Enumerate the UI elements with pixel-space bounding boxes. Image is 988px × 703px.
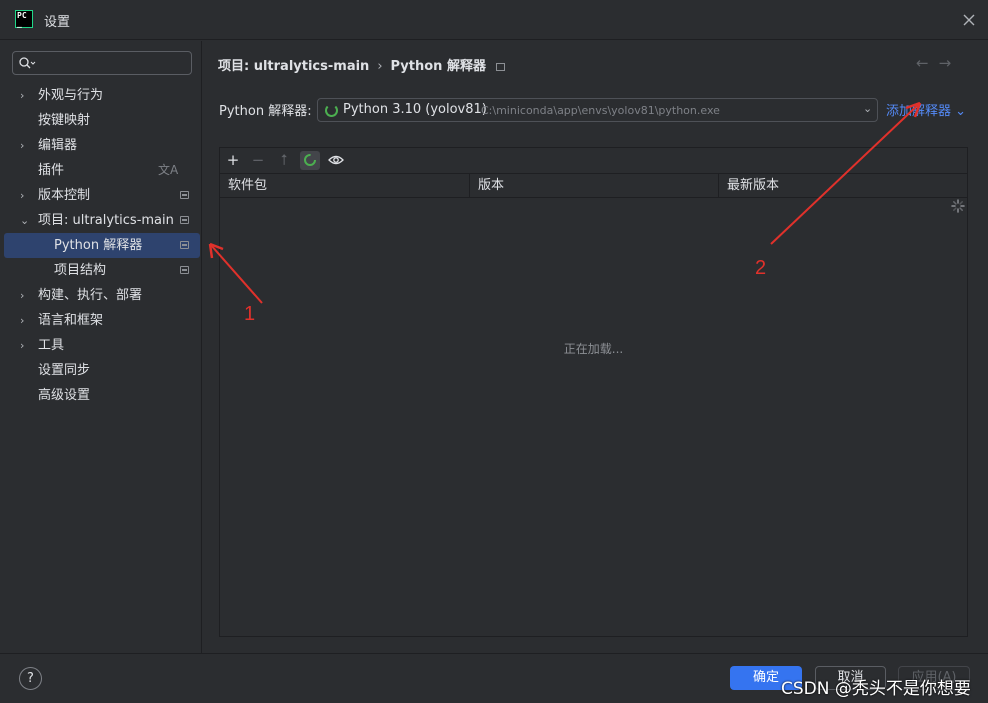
interpreter-name: Python 3.10 (yolov81) (343, 102, 487, 117)
eye-icon (328, 155, 344, 165)
main-panel: 项目: ultralytics-main › Python 解释器 ← → Pytho… (202, 41, 988, 653)
sidebar-item-tools[interactable]: › 工具 (0, 333, 201, 358)
column-version[interactable]: 版本 (470, 174, 719, 197)
forward-arrow-icon[interactable]: → (939, 54, 952, 72)
breadcrumb-page: Python 解释器 (390, 59, 486, 74)
sidebar-item-label: 项目结构 (54, 263, 107, 278)
sidebar-item-label: 按键映射 (38, 113, 91, 128)
dialog-footer: ? 确定 取消 应用(A) CSDN @秃头不是你想要 (0, 653, 988, 703)
project-level-icon (180, 191, 189, 199)
sidebar-item-label: 插件 (38, 163, 65, 178)
title-bar: PC _ 设置 (0, 0, 988, 40)
sidebar-item-plugins[interactable]: 插件 文A (0, 158, 201, 183)
sidebar-item-settings-sync[interactable]: 设置同步 (0, 358, 201, 383)
breadcrumb-separator: › (377, 59, 383, 74)
pycharm-logo-icon: PC _ (15, 10, 33, 28)
back-arrow-icon[interactable]: ← (916, 54, 929, 72)
settings-sidebar: › 外观与行为 按键映射 › 编辑器 插件 文A › 版本控制 ⌄ 项目: ul… (0, 41, 201, 653)
upgrade-package-button[interactable]: ⭡ (274, 151, 294, 170)
help-button[interactable]: ? (19, 667, 42, 690)
chevron-right-icon[interactable]: › (20, 333, 30, 358)
remove-package-button[interactable]: − (248, 151, 268, 170)
sidebar-item-label: 语言和框架 (38, 313, 104, 328)
packages-panel: + − ⭡ 软件包 版本 最新版本 正在加载... (219, 147, 968, 637)
breadcrumb-project[interactable]: 项目: ultralytics-main (218, 59, 369, 74)
chevron-down-icon[interactable]: ⌄ (863, 102, 872, 115)
sidebar-item-languages[interactable]: › 语言和框架 (0, 308, 201, 333)
chevron-right-icon[interactable]: › (20, 308, 30, 333)
interpreter-select[interactable]: Python 3.10 (yolov81) C:\miniconda\app\e… (317, 98, 878, 122)
project-level-icon (180, 266, 189, 274)
sidebar-item-editor[interactable]: › 编辑器 (0, 133, 201, 158)
loading-spinner-icon (325, 104, 338, 117)
sidebar-item-keymap[interactable]: 按键映射 (0, 108, 201, 133)
sidebar-item-project[interactable]: ⌄ 项目: ultralytics-main (0, 208, 201, 233)
search-icon (19, 57, 36, 69)
close-icon[interactable] (960, 11, 978, 29)
chevron-down-icon[interactable]: ⌄ (20, 208, 30, 233)
packages-table-header: 软件包 版本 最新版本 (220, 173, 967, 198)
project-level-icon (180, 216, 189, 224)
watermark: CSDN @秃头不是你想要 (781, 679, 971, 699)
column-latest-version[interactable]: 最新版本 (719, 174, 967, 197)
loading-message: 正在加载... (563, 342, 624, 356)
chevron-right-icon[interactable]: › (20, 283, 30, 308)
column-package[interactable]: 软件包 (220, 174, 470, 197)
interpreter-path: C:\miniconda\app\envs\yolov81\python.exe (481, 104, 720, 117)
sidebar-item-label: 工具 (38, 338, 65, 353)
sidebar-item-label: 构建、执行、部署 (38, 288, 143, 303)
sidebar-item-label: 设置同步 (38, 363, 91, 378)
chevron-right-icon[interactable]: › (20, 183, 30, 208)
interpreter-label: Python 解释器: (219, 104, 312, 119)
sidebar-item-label: 外观与行为 (38, 88, 104, 103)
annotation-label-2: 2 (755, 257, 767, 279)
sidebar-item-label: 编辑器 (38, 138, 78, 153)
chevron-right-icon[interactable]: › (20, 133, 30, 158)
sidebar-item-advanced[interactable]: 高级设置 (0, 383, 201, 408)
refresh-button[interactable] (300, 151, 320, 170)
sidebar-item-appearance[interactable]: › 外观与行为 (0, 83, 201, 108)
search-input[interactable] (12, 51, 192, 75)
add-package-button[interactable]: + (223, 151, 243, 170)
annotation-label-1: 1 (244, 303, 256, 325)
sidebar-item-vcs[interactable]: › 版本控制 (0, 183, 201, 208)
history-nav: ← → (916, 54, 961, 72)
chevron-right-icon[interactable]: › (20, 83, 30, 108)
loading-spinner-icon (951, 199, 965, 213)
sidebar-item-label: 版本控制 (38, 188, 91, 203)
sidebar-item-build[interactable]: › 构建、执行、部署 (0, 283, 201, 308)
translate-icon: 文A (158, 163, 179, 177)
refresh-icon (304, 154, 316, 166)
breadcrumb: 项目: ultralytics-main › Python 解释器 (218, 55, 505, 74)
settings-nav-tree: › 外观与行为 按键映射 › 编辑器 插件 文A › 版本控制 ⌄ 项目: ul… (0, 83, 201, 408)
add-interpreter-link[interactable]: 添加解释器 ⌄ (886, 100, 966, 119)
project-level-icon (495, 62, 505, 71)
window-title: 设置 (44, 15, 71, 30)
sidebar-item-python-interpreter[interactable]: Python 解释器 (4, 233, 200, 258)
sidebar-item-label: Python 解释器 (54, 238, 143, 253)
sidebar-item-label: 项目: ultralytics-main (38, 213, 174, 228)
show-early-releases-button[interactable] (326, 151, 346, 170)
sidebar-item-label: 高级设置 (38, 388, 91, 403)
project-level-icon (180, 241, 189, 249)
sidebar-item-project-structure[interactable]: 项目结构 (0, 258, 201, 283)
packages-toolbar: + − ⭡ (220, 148, 967, 173)
